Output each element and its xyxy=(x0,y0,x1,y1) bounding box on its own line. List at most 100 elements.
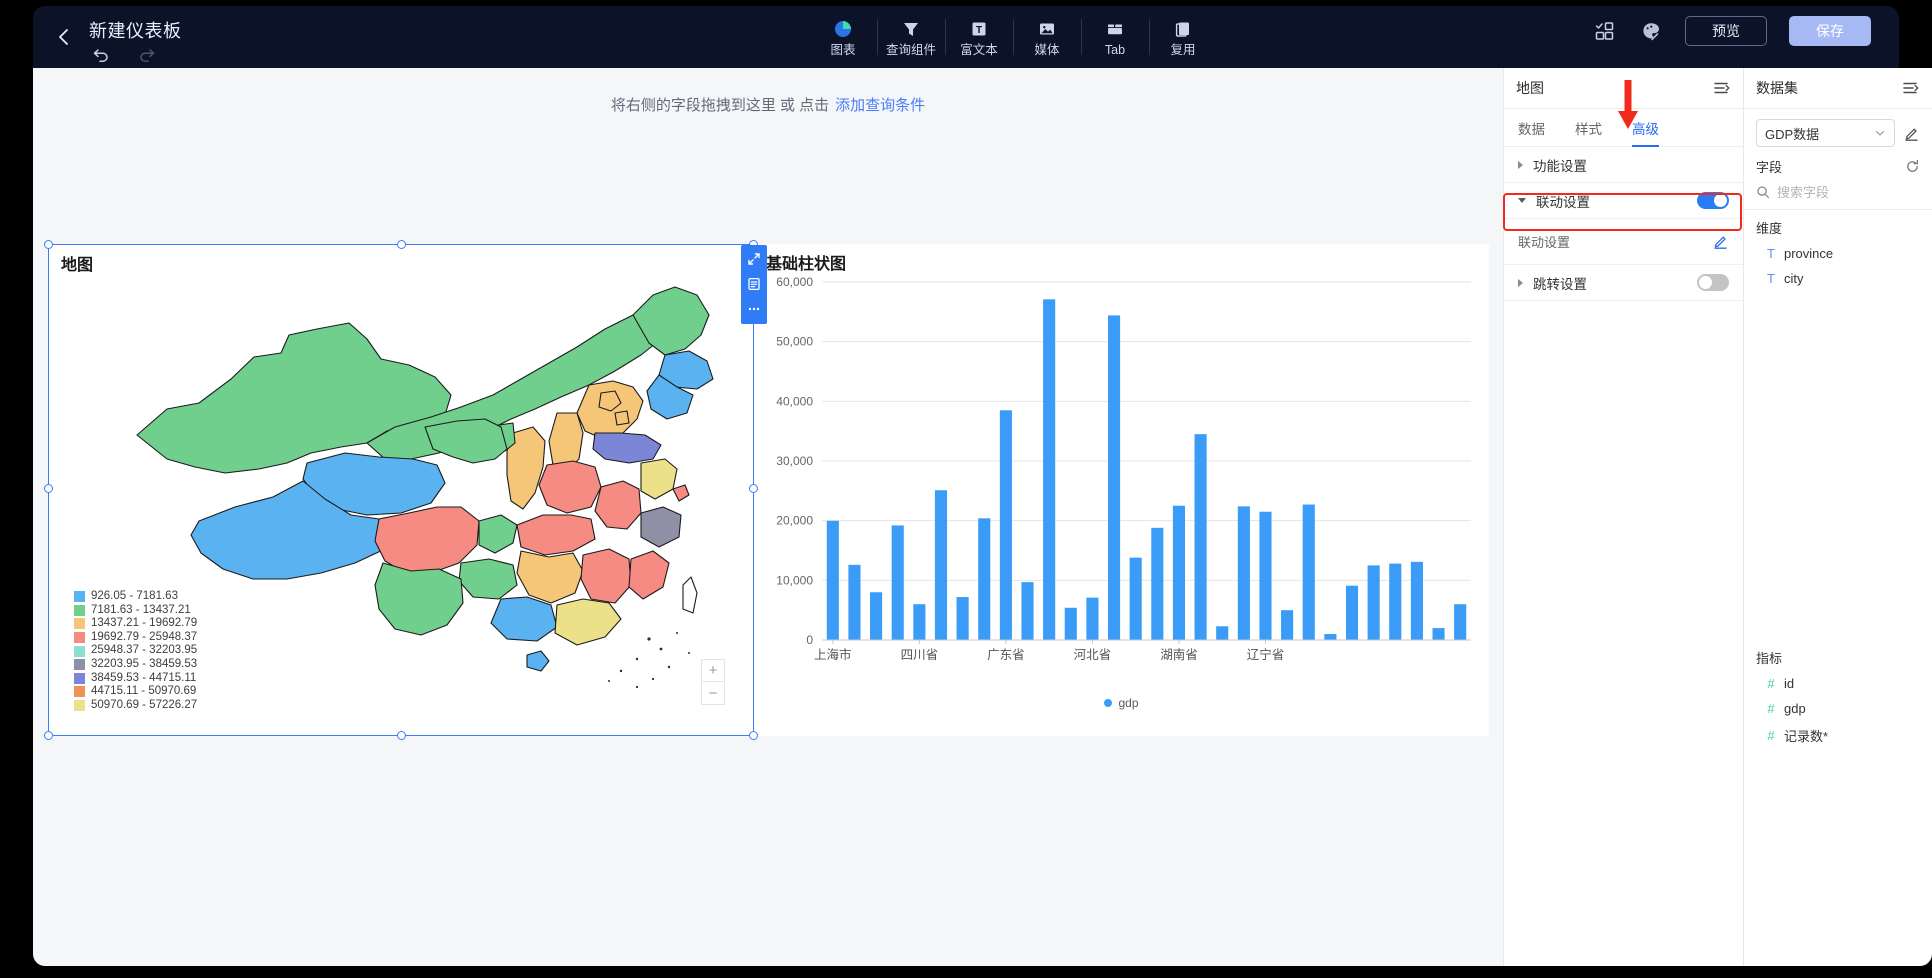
insert-tools: 图表 查询组件 T 富文本 媒体 Tab 复用 xyxy=(809,10,1217,64)
tool-chart-label: 图表 xyxy=(830,42,856,57)
save-button[interactable]: 保存 xyxy=(1789,16,1871,46)
section-linkage-settings-label: 联动设置 xyxy=(1536,194,1590,210)
topbar-actions: 预览 保存 xyxy=(1593,16,1871,46)
tool-tab[interactable]: Tab xyxy=(1081,10,1149,64)
linkage-sub-row: 联动设置 xyxy=(1504,219,1743,265)
legend-item: 38459.53 - 44715.11 xyxy=(74,672,197,686)
field-province[interactable]: T province xyxy=(1744,241,1932,266)
svg-text:40,000: 40,000 xyxy=(776,394,813,408)
legend-label: 19692.79 - 25948.37 xyxy=(91,630,198,643)
panel-collapse-icon[interactable] xyxy=(1713,79,1731,97)
resize-handle-bl[interactable] xyxy=(44,731,53,740)
undo-icon[interactable] xyxy=(91,44,111,64)
legend-swatch xyxy=(74,618,85,630)
legend-item: 44715.11 - 50970.69 xyxy=(74,685,197,699)
legend-item: 50970.69 - 57226.27 xyxy=(74,699,197,713)
tool-rich-text[interactable]: T 富文本 xyxy=(945,10,1013,64)
field-search[interactable]: 搜索字段 xyxy=(1744,178,1932,210)
metrics-section: 指标 # id # gdp # 记录数* xyxy=(1744,646,1932,750)
preview-button[interactable]: 预览 xyxy=(1685,16,1767,46)
field-city[interactable]: T city xyxy=(1744,266,1932,291)
layout-grid-icon[interactable] xyxy=(1593,19,1617,43)
tool-media[interactable]: 媒体 xyxy=(1013,10,1081,64)
legend-label: 44715.11 - 50970.69 xyxy=(91,685,197,698)
tool-query-component-label: 查询组件 xyxy=(885,42,936,57)
widget-toolbar xyxy=(741,245,767,324)
redo-icon[interactable] xyxy=(137,44,157,64)
undo-redo-group xyxy=(91,44,157,64)
resize-handle-tc[interactable] xyxy=(397,240,406,249)
field-id[interactable]: # id xyxy=(1744,671,1932,696)
section-function-settings[interactable]: 功能设置 xyxy=(1504,147,1743,183)
svg-text:上海市: 上海市 xyxy=(814,647,852,662)
resize-handle-bc[interactable] xyxy=(397,731,406,740)
palette-icon[interactable] xyxy=(1639,19,1663,43)
tool-chart[interactable]: 图表 xyxy=(809,10,877,64)
linkage-toggle[interactable] xyxy=(1697,192,1729,209)
resize-handle-tl[interactable] xyxy=(44,240,53,249)
chart-legend[interactable]: gdp xyxy=(754,696,1489,710)
text-box-icon: T xyxy=(969,18,989,40)
legend-swatch xyxy=(74,672,85,684)
dataset-panel-title: 数据集 xyxy=(1756,80,1798,96)
map-widget[interactable]: 地图 926.05 - 7181.63 7181.63 - 13437.21 1… xyxy=(44,240,758,740)
minus-icon[interactable]: − xyxy=(702,682,724,704)
svg-text:50,000: 50,000 xyxy=(776,335,813,349)
dimension-label: 维度 xyxy=(1756,221,1783,236)
chevron-down-icon xyxy=(1874,127,1886,139)
filter-drop-zone[interactable]: 将右侧的字段拖拽到这里 或 点击 添加查询条件 xyxy=(33,68,1503,140)
text-type-icon: T xyxy=(1767,271,1775,286)
svg-text:湖南省: 湖南省 xyxy=(1160,647,1198,662)
tool-query-component[interactable]: 查询组件 xyxy=(877,10,945,64)
expand-icon[interactable] xyxy=(746,251,762,267)
filter-icon xyxy=(901,18,921,40)
pencil-icon[interactable] xyxy=(1903,125,1920,142)
resize-handle-mr[interactable] xyxy=(749,484,758,493)
dataset-select[interactable]: GDP数据 xyxy=(1756,119,1895,147)
tab-data[interactable]: 数据 xyxy=(1518,109,1545,147)
svg-text:0: 0 xyxy=(806,633,813,647)
search-input[interactable]: 搜索字段 xyxy=(1777,182,1829,201)
legend-item: 926.05 - 7181.63 xyxy=(74,590,197,604)
legend-dot-icon xyxy=(1104,699,1113,707)
resize-handle-ml[interactable] xyxy=(44,484,53,493)
bar-chart-widget[interactable]: 基础柱状图 0 10,000 20,000 30,000 40,000 50,000 60,… xyxy=(741,244,1489,736)
tab-style[interactable]: 样式 xyxy=(1575,109,1602,147)
filter-hint-text: 将右侧的字段拖拽到这里 或 点击 xyxy=(610,96,830,114)
field-gdp[interactable]: # gdp xyxy=(1744,696,1932,721)
section-jump-settings[interactable]: 跳转设置 xyxy=(1504,265,1743,301)
red-arrow-annotation xyxy=(1617,80,1639,130)
field-record-count[interactable]: # 记录数* xyxy=(1744,721,1932,750)
bar-chart-plot[interactable]: 0 10,000 20,000 30,000 40,000 50,000 60,000 上海市… xyxy=(754,268,1489,698)
svg-text:20,000: 20,000 xyxy=(776,514,813,528)
svg-text:广东省: 广东省 xyxy=(987,648,1025,662)
field-city-label: city xyxy=(1784,271,1804,286)
pencil-icon[interactable] xyxy=(1712,233,1729,250)
refresh-icon[interactable] xyxy=(1905,159,1920,174)
back-icon[interactable] xyxy=(53,26,75,48)
legend-swatch xyxy=(74,604,85,616)
dataset-panel: 数据集 GDP数据 字段 搜索字段 维度 T province T city 指… xyxy=(1743,68,1932,966)
tool-reuse[interactable]: 复用 xyxy=(1149,10,1217,64)
dataset-selector-row: GDP数据 xyxy=(1744,109,1932,153)
more-icon[interactable] xyxy=(746,301,762,317)
field-id-label: id xyxy=(1784,676,1795,691)
svg-text:30,000: 30,000 xyxy=(776,454,813,468)
detail-icon[interactable] xyxy=(746,276,762,292)
field-record-count-label: 记录数* xyxy=(1784,729,1829,744)
section-linkage-settings[interactable]: 联动设置 xyxy=(1504,183,1743,219)
panel-collapse-icon[interactable] xyxy=(1902,79,1920,97)
number-type-icon: # xyxy=(1767,676,1775,691)
legend-item: 7181.63 - 13437.21 xyxy=(74,604,197,618)
jump-toggle[interactable] xyxy=(1697,274,1729,291)
tool-tab-label: Tab xyxy=(1104,42,1126,57)
config-panel: 地图 数据 样式 高级 功能设置 联动设置 联动设置 跳转设置 xyxy=(1503,68,1743,966)
resize-handle-br[interactable] xyxy=(749,731,758,740)
chevron-right-icon xyxy=(1518,160,1523,169)
pie-chart-icon xyxy=(833,18,853,40)
number-type-icon: # xyxy=(1767,701,1775,716)
number-type-icon: # xyxy=(1767,728,1775,743)
legend-swatch xyxy=(74,659,85,671)
add-filter-link[interactable]: 添加查询条件 xyxy=(835,94,925,115)
plus-icon[interactable]: + xyxy=(702,660,724,682)
